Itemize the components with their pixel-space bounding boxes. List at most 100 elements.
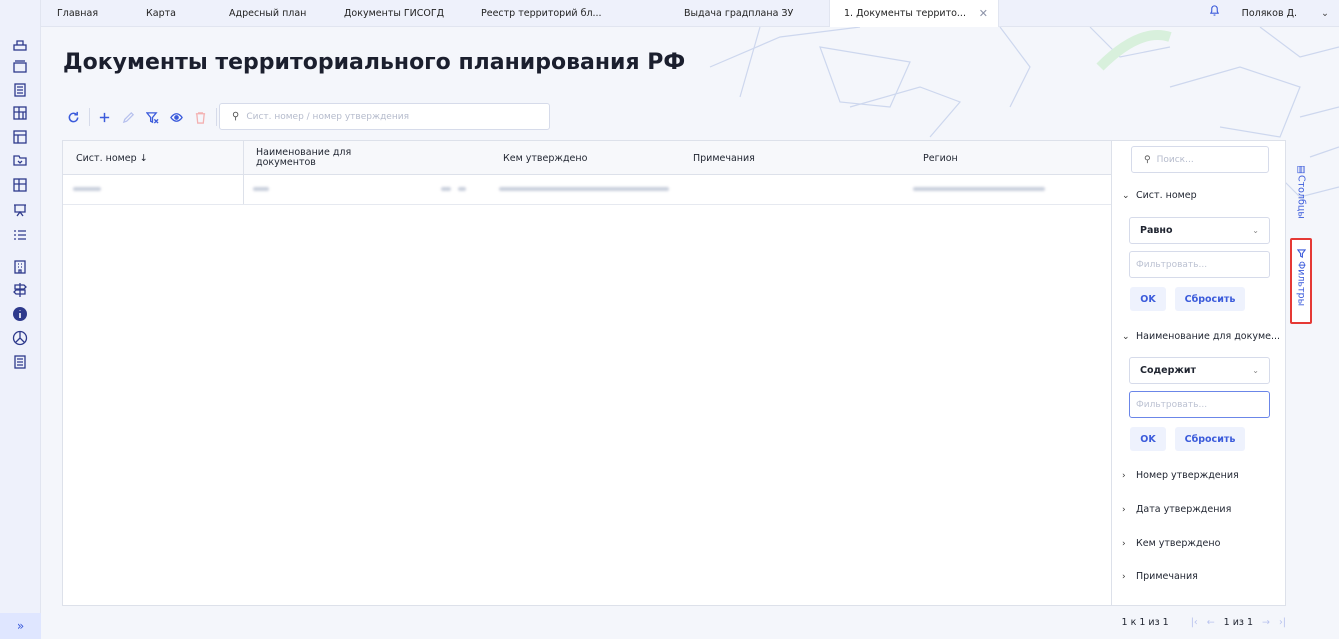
document-icon[interactable] xyxy=(10,80,30,100)
blurred-cell xyxy=(441,187,451,191)
filter-operator-value: Содержит xyxy=(1140,365,1197,376)
signpost-icon[interactable] xyxy=(10,280,30,300)
filter-search-placeholder: Поиск... xyxy=(1156,154,1194,165)
filter-panel: ⚲ Поиск... ⌄ Сист. номер Равно ⌄ Фильтро… xyxy=(1111,141,1285,605)
blurred-cell xyxy=(73,187,101,191)
filter-input-placeholder: Фильтровать... xyxy=(1136,399,1208,410)
filter-section-label: Примечания xyxy=(1136,571,1198,582)
tab-home[interactable]: Главная xyxy=(57,0,98,27)
next-page-icon[interactable]: → xyxy=(1262,617,1270,628)
tab-address-plan[interactable]: Адресный план xyxy=(229,0,306,27)
delete-icon[interactable] xyxy=(190,107,210,127)
clear-filter-icon[interactable] xyxy=(142,107,162,127)
refresh-icon[interactable] xyxy=(63,107,83,127)
register-icon[interactable] xyxy=(10,352,30,372)
pagination-range: 1 к 1 из 1 xyxy=(1121,617,1169,628)
table-row[interactable] xyxy=(63,175,1111,205)
search-icon: ⚲ xyxy=(1144,154,1151,165)
chevron-right-icon: › xyxy=(1122,571,1126,582)
building-icon[interactable] xyxy=(10,257,30,277)
filter-reset-button[interactable]: Сбросить xyxy=(1175,427,1245,451)
chevron-down-icon: ⌄ xyxy=(1252,226,1259,235)
filter-section-label: Номер утверждения xyxy=(1136,470,1239,481)
column-header-notes[interactable]: Примечания xyxy=(693,141,755,175)
search-icon: ⚲ xyxy=(232,111,240,122)
filter-section-label: Наименование для докуме... xyxy=(1136,331,1281,342)
blurred-cell xyxy=(499,187,669,191)
filter-section-approval-number[interactable]: › Номер утверждения xyxy=(1122,470,1239,481)
map-icon[interactable] xyxy=(10,127,30,147)
pagination-page: 1 из 1 xyxy=(1223,617,1254,628)
filter-section-approval-date[interactable]: › Дата утверждения xyxy=(1122,504,1231,515)
filter-operator-value: Равно xyxy=(1140,225,1173,236)
search-placeholder: Сист. номер / номер утверждения xyxy=(246,111,409,122)
tab-gradplan[interactable]: Выдача градплана ЗУ xyxy=(684,0,793,27)
page-title: Документы территориального планирования … xyxy=(63,50,686,75)
blurred-cell xyxy=(253,187,269,191)
expand-sidebar-button[interactable]: » xyxy=(0,613,41,639)
column-header-region[interactable]: Регион xyxy=(923,141,958,175)
filter-value-input[interactable]: Фильтровать... xyxy=(1129,391,1270,418)
toolbar-divider xyxy=(216,108,217,126)
plan-grid-icon[interactable] xyxy=(10,175,30,195)
documents-grid: Сист. номер ↓ Наименование для документо… xyxy=(62,140,1286,606)
tab-map[interactable]: Карта xyxy=(146,0,176,27)
folder-icon[interactable] xyxy=(10,150,30,170)
edit-icon[interactable] xyxy=(118,107,138,127)
filter-search-input[interactable]: ⚲ Поиск... xyxy=(1131,146,1269,173)
pie-chart-icon[interactable] xyxy=(10,328,30,348)
chevron-down-icon: ⌄ xyxy=(1122,190,1130,201)
list-icon[interactable] xyxy=(10,225,30,245)
side-tab-filters[interactable]: Фильтры xyxy=(1290,238,1312,324)
filter-reset-button[interactable]: Сбросить xyxy=(1175,287,1245,311)
user-menu[interactable]: Поляков Д. ⌄ xyxy=(1209,0,1329,27)
chevron-down-icon[interactable]: ⌄ xyxy=(1321,0,1329,27)
column-header-name[interactable]: Наименование для документов xyxy=(256,141,406,175)
filter-section-approved-by[interactable]: › Кем утверждено xyxy=(1122,538,1220,549)
toolbar-divider xyxy=(89,108,90,126)
tab-territory-registry[interactable]: Реестр территорий бл... xyxy=(481,0,602,27)
filter-ok-button[interactable]: OK xyxy=(1130,427,1166,451)
side-tab-columns[interactable]: ▥ Столбцы xyxy=(1290,164,1312,219)
add-icon[interactable] xyxy=(94,107,114,127)
column-header-approved-by[interactable]: Кем утверждено xyxy=(503,141,587,175)
map-grid-icon[interactable] xyxy=(10,103,30,123)
search-input[interactable]: ⚲ Сист. номер / номер утверждения xyxy=(219,103,550,130)
tab-bar: Главная Карта Адресный план Документы ГИ… xyxy=(41,0,1339,27)
close-icon[interactable]: ✕ xyxy=(979,0,988,27)
chevron-right-icon: › xyxy=(1122,504,1126,515)
filter-section-notes[interactable]: › Примечания xyxy=(1122,571,1198,582)
chevron-down-icon: ⌄ xyxy=(1252,366,1259,375)
filter-operator-select[interactable]: Равно ⌄ xyxy=(1129,217,1270,244)
grid-header: Сист. номер ↓ Наименование для документо… xyxy=(63,141,1111,175)
column-header-sys-number[interactable]: Сист. номер ↓ xyxy=(76,141,148,175)
bell-icon[interactable] xyxy=(1209,0,1220,27)
chevron-right-icon: › xyxy=(1122,538,1126,549)
tab-label: 1. Документы террито... xyxy=(844,8,966,19)
tab-territorial-docs[interactable]: 1. Документы террито... ✕ xyxy=(829,0,999,27)
chevron-down-icon: ⌄ xyxy=(1122,331,1130,342)
user-name: Поляков Д. xyxy=(1241,8,1298,19)
double-chevron-right-icon: » xyxy=(16,619,25,633)
last-page-icon[interactable]: ›| xyxy=(1279,617,1286,628)
grid-toolbar xyxy=(63,104,221,130)
filter-ok-button[interactable]: OK xyxy=(1130,287,1166,311)
filter-section-name[interactable]: ⌄ Наименование для докуме... xyxy=(1122,331,1280,342)
first-page-icon[interactable]: |‹ xyxy=(1191,617,1198,628)
filter-section-label: Сист. номер xyxy=(1136,190,1197,201)
filter-section-sys-number[interactable]: ⌄ Сист. номер xyxy=(1122,190,1197,201)
tab-gisogd-docs[interactable]: Документы ГИСОГД xyxy=(344,0,444,27)
stamp-icon[interactable] xyxy=(10,35,30,55)
filter-value-input[interactable]: Фильтровать... xyxy=(1129,251,1270,278)
layers-icon[interactable] xyxy=(10,56,30,76)
filter-operator-select[interactable]: Содержит ⌄ xyxy=(1129,357,1270,384)
filter-section-label: Дата утверждения xyxy=(1136,504,1232,515)
presentation-icon[interactable] xyxy=(10,200,30,220)
info-icon[interactable] xyxy=(10,304,30,324)
filter-input-placeholder: Фильтровать... xyxy=(1136,259,1208,270)
side-tab-label: Столбцы xyxy=(1295,175,1307,219)
blurred-cell xyxy=(913,187,1045,191)
filter-section-label: Кем утверждено xyxy=(1136,538,1221,549)
prev-page-icon[interactable]: ← xyxy=(1207,617,1215,628)
eye-icon[interactable] xyxy=(166,107,186,127)
